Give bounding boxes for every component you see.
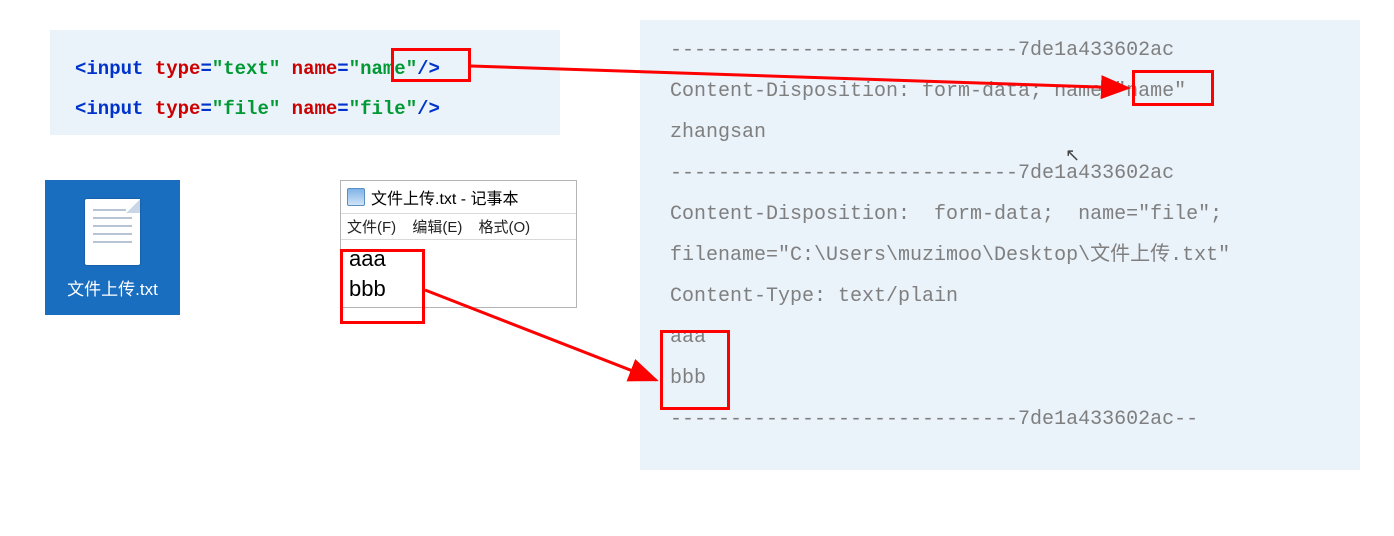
code-line-1: <input type="text" name="name"/> [75, 50, 535, 90]
notepad-content: aaa bbb [341, 240, 576, 307]
notepad-titlebar: 文件上传.txt - 记事本 [341, 181, 576, 214]
content-type-line: Content-Type: text/plain [670, 276, 1345, 317]
body-line-1: aaa [670, 317, 1345, 358]
file-icon [85, 199, 140, 265]
html-code-box: <input type="text" name="name"/> <input … [50, 30, 560, 135]
content-disposition-2: Content-Disposition: form-data; name="fi… [670, 194, 1345, 235]
boundary-3: -----------------------------7de1a433602… [670, 399, 1345, 440]
notepad-icon [347, 188, 365, 206]
notepad-line2: bbb [349, 274, 568, 304]
tag-close: /> [417, 58, 440, 80]
val-name: "name" [349, 58, 417, 80]
notepad-title: 文件上传.txt - 记事本 [371, 185, 519, 209]
menu-format: 格式(O) [479, 219, 531, 236]
desktop-file-icon: 文件上传.txt [45, 180, 180, 315]
attr-type: type [155, 58, 201, 80]
http-body-box: -----------------------------7de1a433602… [640, 20, 1360, 470]
tag-open: <input [75, 58, 155, 80]
filename-line: filename="C:\Users\muzimoo\Desktop\文件上传.… [670, 235, 1345, 276]
notepad-line1: aaa [349, 244, 568, 274]
boundary-1: -----------------------------7de1a433602… [670, 30, 1345, 71]
name-value-highlight: "name" [1114, 80, 1186, 103]
notepad-menubar: 文件(F) 编辑(E) 格式(O) [341, 214, 576, 240]
menu-edit: 编辑(E) [412, 219, 462, 236]
content-disposition-1: Content-Disposition: form-data; name="na… [670, 71, 1345, 112]
form-value-1: zhangsan [670, 112, 1345, 153]
menu-file: 文件(F) [347, 219, 396, 236]
file-label: 文件上传.txt [67, 275, 158, 300]
val-text: "text" [212, 58, 280, 80]
body-line-2: bbb [670, 358, 1345, 399]
notepad-window: 文件上传.txt - 记事本 文件(F) 编辑(E) 格式(O) aaa bbb [340, 180, 577, 308]
attr-name: name [292, 58, 338, 80]
boundary-2: -----------------------------7de1a433602… [670, 153, 1345, 194]
cursor-icon: ↖ [1065, 145, 1080, 166]
code-line-2: <input type="file" name="file"/> [75, 90, 535, 130]
